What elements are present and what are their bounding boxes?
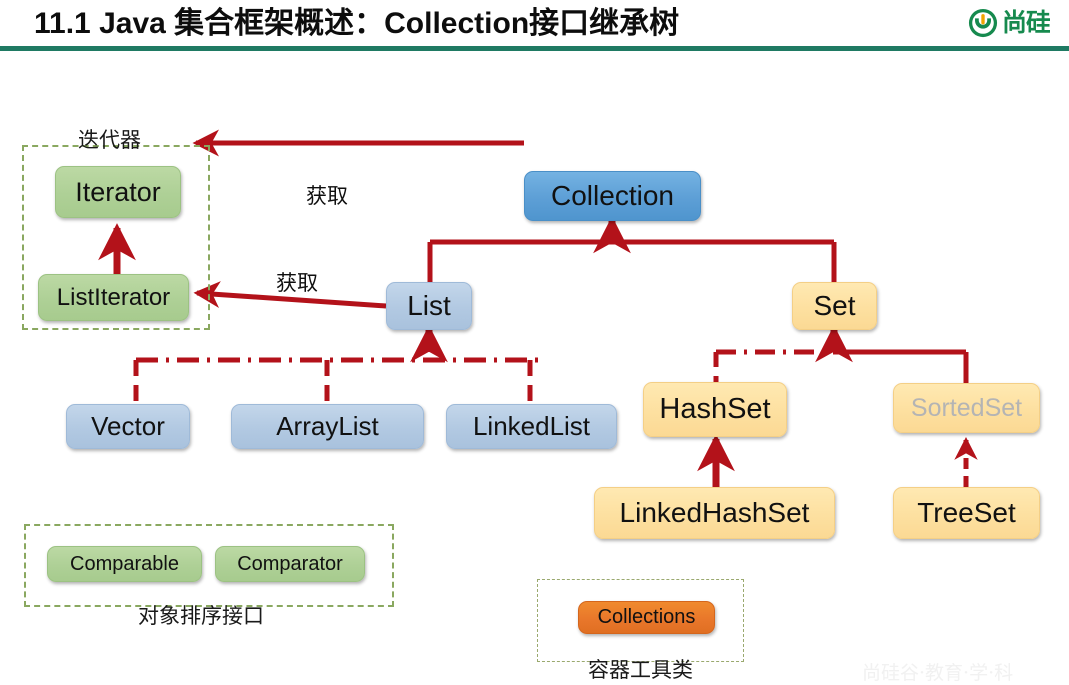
diagram-canvas: 迭代器 对象排序接口 容器工具类 获取 获取 Iterator ListIter… [0, 52, 1069, 684]
node-collection[interactable]: Collection [524, 171, 701, 221]
node-linkedhashset[interactable]: LinkedHashSet [594, 487, 835, 539]
page-title: 11.1 Java 集合框架概述：Collection接口继承树 [34, 7, 680, 40]
node-comparator[interactable]: Comparator [215, 546, 365, 582]
node-collections[interactable]: Collections [578, 601, 715, 634]
edge-label-get-iterator: 获取 [306, 184, 348, 208]
header-divider [0, 46, 1069, 51]
node-set[interactable]: Set [792, 282, 877, 330]
node-linkedlist[interactable]: LinkedList [446, 404, 617, 449]
node-listiterator[interactable]: ListIterator [38, 274, 189, 321]
node-hashset[interactable]: HashSet [643, 382, 787, 437]
node-arraylist[interactable]: ArrayList [231, 404, 424, 449]
group-label-utility: 容器工具类 [588, 658, 693, 682]
node-sortedset[interactable]: SortedSet [893, 383, 1040, 433]
node-treeset[interactable]: TreeSet [893, 487, 1040, 539]
node-vector[interactable]: Vector [66, 404, 190, 449]
edge-label-get-listiterator: 获取 [276, 271, 318, 295]
slide-header: 11.1 Java 集合框架概述：Collection接口继承树 尚硅 [0, 0, 1069, 52]
node-comparable[interactable]: Comparable [47, 546, 202, 582]
group-label-iterator: 迭代器 [78, 128, 141, 152]
u-circle-logo-icon [968, 8, 998, 38]
node-iterator[interactable]: Iterator [55, 166, 181, 218]
watermark-text: 尚硅谷·教育·学·科 [862, 662, 1014, 684]
brand-logo: 尚硅 [968, 3, 1069, 43]
brand-name: 尚硅 [1002, 9, 1051, 37]
group-label-sorting: 对象排序接口 [138, 604, 264, 628]
node-list[interactable]: List [386, 282, 472, 330]
